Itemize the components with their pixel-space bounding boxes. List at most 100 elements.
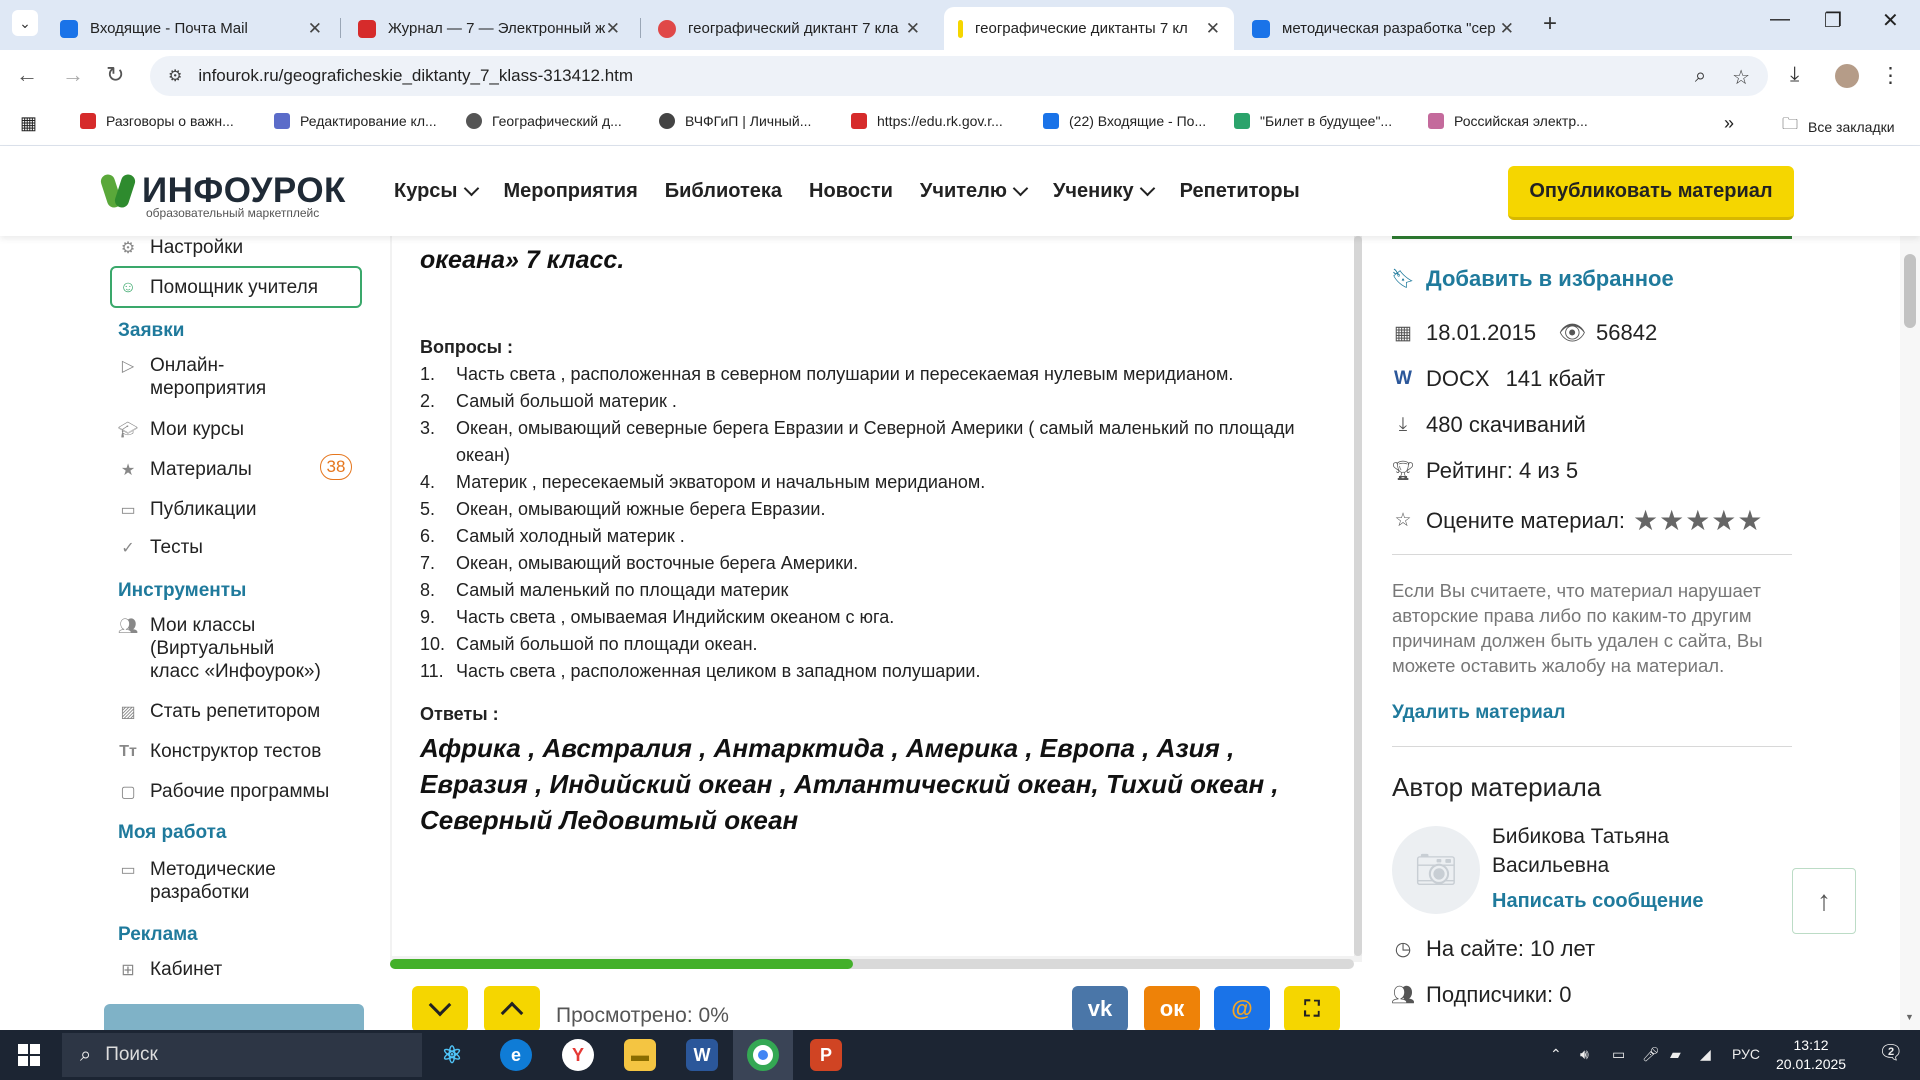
scroll-down-arrow[interactable]: ▼ bbox=[1905, 1012, 1914, 1022]
sidebar-item-settings[interactable]: ⚙ Настройки bbox=[118, 236, 243, 259]
back-button[interactable]: ← bbox=[16, 62, 38, 88]
scrollbar-thumb[interactable] bbox=[1354, 236, 1362, 956]
maximize-button[interactable]: ❐ bbox=[1824, 8, 1842, 33]
chrome-icon[interactable] bbox=[747, 1039, 779, 1071]
scrollbar-thumb[interactable] bbox=[1904, 254, 1916, 328]
sidebar-item-tests[interactable]: ✓ Тесты bbox=[118, 536, 203, 559]
site-info-icon[interactable]: ⚙ bbox=[168, 66, 182, 86]
publish-material-button[interactable]: Опубликовать материал bbox=[1508, 166, 1794, 220]
forward-button[interactable]: → bbox=[62, 62, 84, 88]
system-clock[interactable]: 13:12 20.01.2025 bbox=[1776, 1036, 1846, 1074]
star-icon[interactable]: ★ bbox=[1737, 504, 1762, 537]
author-avatar[interactable]: 📷︎ bbox=[1392, 826, 1480, 914]
sidebar-item-cabinet[interactable]: ⊞ Кабинет bbox=[118, 958, 222, 981]
bookmark-item[interactable]: https://edu.rk.gov.r... bbox=[851, 113, 1003, 129]
device-icon[interactable]: ▭ bbox=[1612, 1046, 1625, 1063]
wifi-icon[interactable]: ◢ bbox=[1700, 1046, 1711, 1063]
author-name[interactable]: Бибикова Татьяна Васильевна bbox=[1492, 822, 1742, 880]
sidebar-item-online-events[interactable]: ▷ Онлайн- мероприятия bbox=[118, 354, 266, 400]
fullscreen-button[interactable]: ⛶ bbox=[1284, 986, 1340, 1032]
menu-news[interactable]: Новости bbox=[809, 180, 893, 203]
browser-tab[interactable]: Входящие - Почта Mail ✕ bbox=[46, 7, 336, 50]
sidebar-item-work-programs[interactable]: ▢ Рабочие программы bbox=[118, 780, 329, 803]
sidebar-item-become-tutor[interactable]: ▨ Стать репетитором bbox=[118, 700, 320, 723]
star-icon[interactable]: ★ bbox=[1633, 504, 1658, 537]
prev-page-button[interactable] bbox=[484, 986, 540, 1032]
notifications-icon[interactable]: 🗨︎ 2 bbox=[1878, 1040, 1903, 1065]
yandex-browser-icon[interactable]: Y bbox=[562, 1039, 594, 1071]
sidebar-item-method-dev[interactable]: ▭ Методические разработки bbox=[118, 858, 275, 904]
react-app-icon[interactable]: ⚛ bbox=[436, 1039, 468, 1071]
bookmark-item[interactable]: (22) Входящие - По... bbox=[1043, 113, 1206, 129]
menu-student[interactable]: Ученику bbox=[1053, 180, 1155, 203]
minimize-button[interactable]: — bbox=[1770, 8, 1790, 31]
close-icon[interactable]: ✕ bbox=[606, 19, 620, 39]
tray-chevron-up-icon[interactable]: ⌃ bbox=[1550, 1046, 1562, 1063]
menu-library[interactable]: Библиотека bbox=[665, 180, 782, 203]
menu-courses[interactable]: Курсы bbox=[394, 180, 479, 203]
sidebar-item-assistant[interactable]: ☺ Помощник учителя bbox=[118, 276, 318, 299]
site-logo[interactable]: ИНФОУРОК образовательный маркетплейс bbox=[99, 172, 346, 220]
scroll-to-top-button[interactable]: ↑ bbox=[1792, 868, 1856, 934]
sidebar-item-my-courses[interactable]: 🎓︎ Мои курсы bbox=[118, 418, 244, 441]
more-bookmarks-icon[interactable]: » bbox=[1724, 113, 1734, 134]
write-message-link[interactable]: Написать сообщение bbox=[1492, 890, 1703, 913]
bookmark-item[interactable]: Российская электр... bbox=[1428, 113, 1588, 129]
close-icon[interactable]: ✕ bbox=[906, 19, 920, 39]
input-language[interactable]: РУС bbox=[1732, 1046, 1760, 1062]
bookmark-item[interactable]: ВЧФГиП | Личный... bbox=[659, 113, 811, 129]
page-scrollbar[interactable]: ▲ ▼ bbox=[1900, 146, 1920, 1030]
tab-search-button[interactable]: ⌄ bbox=[12, 10, 38, 36]
bookmark-item[interactable]: Редактирование кл... bbox=[274, 113, 437, 129]
more-menu-icon[interactable]: ⋮ bbox=[1880, 63, 1901, 88]
reload-button[interactable]: ↻ bbox=[106, 62, 124, 88]
document-scrollbar[interactable] bbox=[1354, 236, 1362, 956]
menu-teacher[interactable]: Учителю bbox=[920, 180, 1029, 203]
next-page-button[interactable] bbox=[412, 986, 468, 1032]
share-mail-button[interactable]: @ bbox=[1214, 986, 1270, 1032]
all-bookmarks[interactable]: 🗀 Все закладки bbox=[1782, 113, 1895, 140]
add-to-favorites[interactable]: 🔖︎ Добавить в избранное bbox=[1392, 266, 1674, 292]
browser-tab[interactable]: географический диктант 7 кла ✕ bbox=[644, 7, 934, 50]
taskbar-search[interactable]: ⌕ Поиск bbox=[62, 1033, 422, 1077]
download-icon[interactable]: ⤓ bbox=[1790, 63, 1799, 87]
browser-tab[interactable]: Журнал — 7 — Электронный ж ✕ bbox=[344, 7, 634, 50]
profile-avatar[interactable] bbox=[1835, 64, 1859, 88]
microphone-icon[interactable]: 🎤︎ bbox=[1642, 1046, 1660, 1063]
share-ok-button[interactable]: ок bbox=[1144, 986, 1200, 1032]
bookmark-star-icon[interactable]: ☆ bbox=[1732, 65, 1750, 90]
speaker-icon[interactable]: 🔊︎ bbox=[1580, 1046, 1589, 1063]
url-text[interactable]: infourok.ru/geograficheskie_diktanty_7_k… bbox=[198, 66, 633, 86]
share-vk-button[interactable]: vk bbox=[1072, 986, 1128, 1032]
delete-material-link[interactable]: Удалить материал bbox=[1392, 702, 1565, 724]
close-icon[interactable]: ✕ bbox=[1206, 19, 1220, 39]
zoom-icon[interactable]: ⌕ bbox=[1695, 65, 1706, 90]
star-icon[interactable]: ★ bbox=[1659, 504, 1684, 537]
apps-grid-icon[interactable]: ▦ bbox=[20, 113, 37, 134]
star-icon[interactable]: ★ bbox=[1711, 504, 1736, 537]
sidebar-item-test-builder[interactable]: Tт Конструктор тестов bbox=[118, 740, 321, 763]
file-explorer-icon[interactable]: ▬ bbox=[624, 1039, 656, 1071]
menu-events[interactable]: Мероприятия bbox=[504, 180, 638, 203]
windows-start-button[interactable] bbox=[18, 1044, 40, 1066]
close-icon[interactable]: ✕ bbox=[308, 19, 322, 39]
sidebar-item-publications[interactable]: ▭ Публикации bbox=[118, 498, 256, 521]
bookmark-item[interactable]: "Билет в будущее"... bbox=[1234, 113, 1392, 129]
sidebar-item-my-classes[interactable]: 👥︎ Мои классы (Виртуальный класс «Инфоуро… bbox=[118, 614, 321, 683]
powerpoint-icon[interactable]: P bbox=[810, 1039, 842, 1071]
address-bar[interactable]: ⚙ infourok.ru/geograficheskie_diktanty_7… bbox=[150, 56, 1768, 96]
sidebar-item-materials[interactable]: ★ Материалы bbox=[118, 458, 252, 481]
browser-tab-active[interactable]: географические диктанты 7 кл ✕ bbox=[944, 7, 1234, 50]
close-window-button[interactable]: ✕ bbox=[1882, 8, 1899, 33]
bookmark-item[interactable]: Географический д... bbox=[466, 113, 622, 129]
new-tab-button[interactable]: + bbox=[1543, 10, 1557, 38]
edge-icon[interactable]: e bbox=[500, 1039, 532, 1071]
rating-stars[interactable]: ★ ★ ★ ★ ★ bbox=[1633, 504, 1763, 537]
battery-icon[interactable]: ▰ bbox=[1670, 1046, 1681, 1063]
star-icon[interactable]: ★ bbox=[1685, 504, 1710, 537]
browser-tab[interactable]: методическая разработка "сер ✕ bbox=[1238, 7, 1528, 50]
word-icon[interactable]: W bbox=[686, 1039, 718, 1071]
close-icon[interactable]: ✕ bbox=[1500, 19, 1514, 39]
bookmark-item[interactable]: Разговоры о важн... bbox=[80, 113, 234, 129]
menu-tutors[interactable]: Репетиторы bbox=[1180, 180, 1300, 203]
